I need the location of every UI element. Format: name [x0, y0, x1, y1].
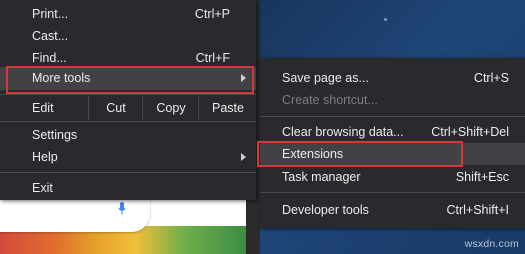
submenu-item-developer-tools[interactable]: Developer tools Ctrl+Shift+I: [260, 199, 525, 221]
menu-item-settings[interactable]: Settings: [0, 124, 256, 146]
menu-item-print[interactable]: Print... Ctrl+P: [0, 3, 256, 25]
submenu-item-task-manager[interactable]: Task manager Shift+Esc: [260, 166, 525, 188]
submenu-item-label: Task manager: [282, 170, 361, 184]
cut-button[interactable]: Cut: [88, 96, 143, 120]
menu-item-label: Help: [32, 150, 58, 164]
submenu-item-shortcut: Shift+Esc: [455, 170, 509, 184]
watermark: wsxdn.com: [464, 238, 519, 250]
chrome-main-menu: Print... Ctrl+P Cast... Find... Ctrl+F M…: [0, 0, 256, 200]
search-box[interactable]: [0, 196, 150, 232]
background-dot: [384, 18, 387, 21]
menu-item-label: Edit: [32, 101, 54, 115]
menu-item-exit[interactable]: Exit: [0, 177, 256, 199]
submenu-item-label: Clear browsing data...: [282, 125, 404, 139]
menu-item-label: Settings: [32, 128, 78, 142]
submenu-item-label: Save page as...: [282, 71, 369, 85]
menu-separator: [0, 172, 256, 173]
submenu-item-create-shortcut: Create shortcut...: [260, 89, 525, 111]
highlight-box-extensions: [257, 141, 463, 167]
paste-button[interactable]: Paste: [198, 96, 257, 120]
menu-item-label: Print...: [32, 7, 69, 21]
submenu-item-label: Developer tools: [282, 203, 369, 217]
menu-item-help[interactable]: Help: [0, 146, 256, 168]
menu-item-label: Exit: [32, 181, 53, 195]
submenu-item-label: Create shortcut...: [282, 93, 378, 107]
menu-item-label: Cast...: [32, 29, 69, 43]
submenu-arrow-icon: [241, 153, 246, 161]
microphone-icon[interactable]: [118, 202, 126, 216]
edit-row: Edit Cut Copy Paste: [0, 96, 256, 120]
highlight-box-more-tools: [6, 66, 254, 94]
submenu-item-save-page[interactable]: Save page as... Ctrl+S: [260, 67, 525, 89]
menu-item-cast[interactable]: Cast...: [0, 25, 256, 47]
submenu-item-shortcut: Ctrl+Shift+I: [446, 203, 509, 217]
submenu-item-shortcut: Ctrl+Shift+Del: [431, 125, 509, 139]
menu-separator: [0, 94, 256, 95]
menu-separator: [260, 116, 525, 117]
copy-button[interactable]: Copy: [142, 96, 199, 120]
menu-separator: [0, 121, 256, 122]
menu-item-shortcut: Ctrl+P: [194, 7, 230, 21]
submenu-item-shortcut: Ctrl+S: [473, 71, 509, 85]
submenu-item-clear-browsing-data[interactable]: Clear browsing data... Ctrl+Shift+Del: [260, 121, 525, 143]
menu-separator: [260, 192, 525, 193]
